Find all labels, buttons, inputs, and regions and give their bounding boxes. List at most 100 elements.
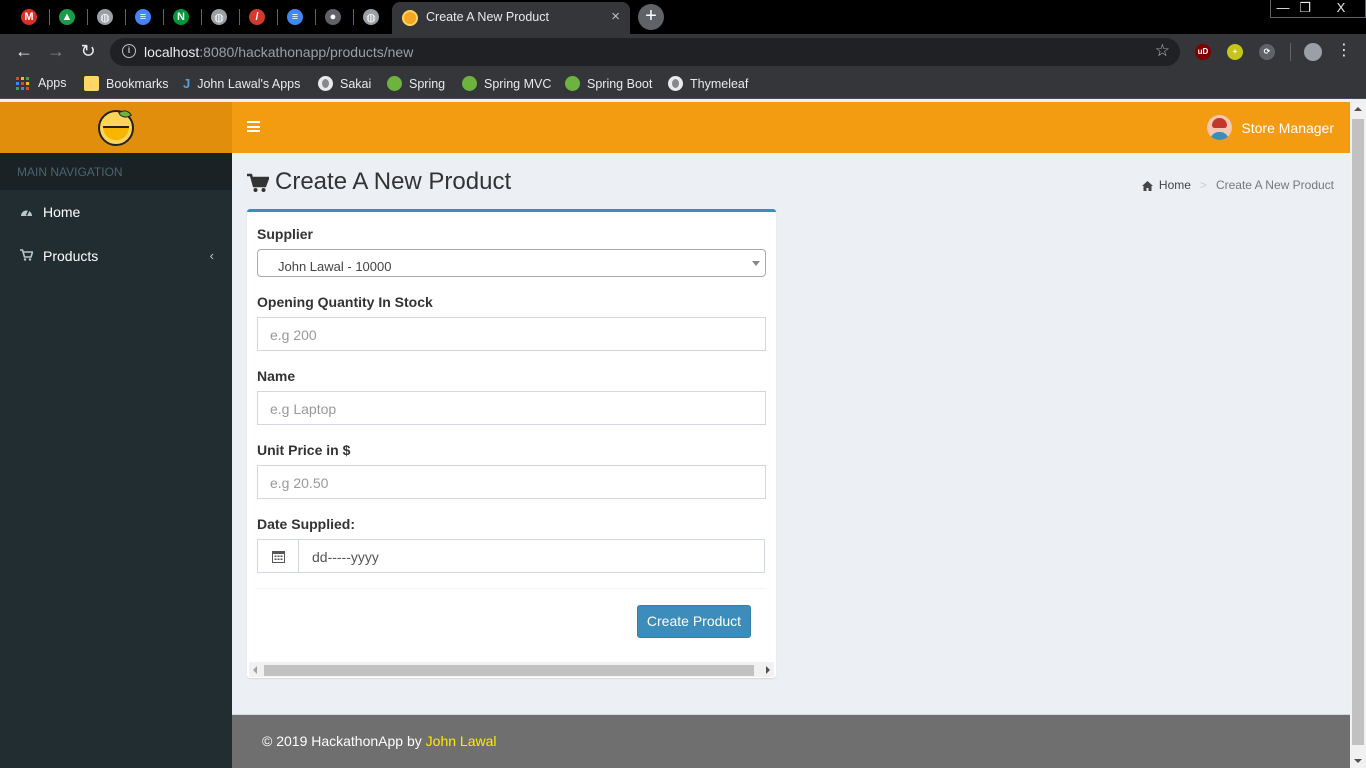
bookmark-apps[interactable]: Apps: [16, 76, 67, 90]
site-info-icon[interactable]: i: [122, 44, 136, 58]
drive-tab-icon[interactable]: ▲: [55, 5, 79, 29]
supplier-select[interactable]: John Lawal - 10000: [257, 249, 766, 277]
back-arrow-icon[interactable]: ←: [12, 40, 36, 64]
new-tab-button[interactable]: +: [638, 4, 664, 30]
extension-plus-icon[interactable]: +: [1227, 44, 1243, 60]
nginx-tab-icon[interactable]: N: [169, 5, 193, 29]
browser-tab-strip: M ▲ ◍ ≡ N ◍ / ≡ ● ◍ Create A New Product × + — ❐ …: [0, 0, 1366, 34]
active-tab-title: Create A New Product: [426, 10, 549, 24]
scroll-down-icon[interactable]: [1354, 759, 1362, 763]
user-menu[interactable]: Store Manager: [1207, 115, 1334, 140]
bookmark-spring-boot[interactable]: Spring Boot: [565, 76, 652, 91]
quantity-input[interactable]: e.g 200: [257, 317, 766, 351]
sidebar-item-label: Products: [43, 248, 99, 264]
sidebar-item-products[interactable]: Products ‹: [0, 234, 232, 278]
user-avatar: [1207, 115, 1233, 140]
globe-tab-icon[interactable]: ◍: [207, 5, 231, 29]
date-label: Date Supplied:: [257, 516, 356, 532]
scroll-left-icon[interactable]: [253, 666, 257, 674]
scroll-up-icon[interactable]: [1354, 107, 1362, 111]
footer-author-link[interactable]: John Lawal: [426, 733, 497, 749]
docs-tab-icon[interactable]: ≡: [131, 5, 155, 29]
vertical-scrollbar[interactable]: [1350, 102, 1366, 768]
gmail-tab-icon[interactable]: M: [17, 5, 41, 29]
toolbar-divider: [1290, 43, 1291, 61]
close-window-button[interactable]: X: [1326, 0, 1356, 18]
scrollbar-thumb[interactable]: [264, 665, 754, 676]
scroll-right-icon[interactable]: [766, 666, 770, 674]
restore-button[interactable]: ❐: [1290, 0, 1320, 18]
bookmark-spring[interactable]: Spring: [387, 76, 445, 91]
github-tab-icon[interactable]: ●: [321, 5, 345, 29]
tab-separator: [315, 9, 316, 25]
cart-icon: [247, 172, 270, 192]
sidebar-header: MAIN NAVIGATION: [0, 153, 232, 190]
page-title-text: Create A New Product: [275, 168, 512, 195]
folder-icon: [84, 76, 99, 91]
date-input-group: dd-----yyyy: [257, 539, 765, 573]
name-input[interactable]: e.g Laptop: [257, 391, 766, 425]
app-logo-area[interactable]: [0, 102, 232, 153]
tab-separator: [201, 9, 202, 25]
tab-separator: [163, 9, 164, 25]
top-navbar: Store Manager: [232, 102, 1350, 153]
horizontal-scrollbar[interactable]: [249, 662, 774, 677]
create-product-button[interactable]: Create Product: [637, 605, 751, 638]
bookmark-john-lawals-apps[interactable]: J John Lawal's Apps: [183, 76, 300, 91]
scrollbar-thumb[interactable]: [1352, 119, 1364, 745]
profile-avatar[interactable]: [1304, 43, 1322, 61]
bookmark-sakai[interactable]: Sakai: [318, 76, 371, 91]
reload-icon[interactable]: ↻: [76, 40, 100, 64]
bookmarks-bar: Apps Bookmarks J John Lawal's Apps Sakai…: [0, 70, 1366, 99]
ublock-icon[interactable]: uD: [1195, 44, 1211, 60]
feather-tab-icon[interactable]: /: [245, 5, 269, 29]
sidebar: MAIN NAVIGATION Home Products ‹: [0, 153, 232, 768]
breadcrumb-home-link[interactable]: Home: [1159, 178, 1191, 192]
tab-separator: [125, 9, 126, 25]
tab-separator: [277, 9, 278, 25]
quantity-label: Opening Quantity In Stock: [257, 294, 433, 310]
close-tab-icon[interactable]: ×: [611, 8, 620, 25]
address-bar[interactable]: i localhost:8080/hackathonapp/products/n…: [110, 38, 1180, 66]
bookmark-thymeleaf[interactable]: Thymeleaf: [668, 76, 748, 91]
cart-icon: [19, 248, 34, 264]
breadcrumb-separator: >: [1199, 178, 1207, 192]
docs-tab-icon[interactable]: ≡: [283, 5, 307, 29]
site-favicon: [402, 10, 418, 26]
bookmark-star-icon[interactable]: ☆: [1155, 41, 1170, 61]
bookmark-spring-mvc[interactable]: Spring MVC: [462, 76, 551, 91]
forward-arrow-icon[interactable]: →: [44, 40, 68, 64]
sidebar-toggle-icon[interactable]: [247, 121, 260, 132]
name-label: Name: [257, 368, 296, 384]
globe-tab-icon[interactable]: ◍: [359, 5, 383, 29]
tab-separator: [87, 9, 88, 25]
globe-icon: [318, 76, 333, 91]
jl-icon: J: [183, 76, 191, 91]
footer: © 2019 HackathonApp by John Lawal: [232, 714, 1350, 768]
home-icon: [1141, 180, 1153, 191]
browser-menu-icon[interactable]: ⋮: [1332, 40, 1356, 64]
active-browser-tab[interactable]: Create A New Product ×: [392, 2, 630, 34]
spring-leaf-icon: [565, 76, 580, 91]
spring-leaf-icon: [462, 76, 477, 91]
sidebar-item-home[interactable]: Home: [0, 190, 232, 234]
calendar-icon[interactable]: [258, 540, 299, 572]
chevron-left-icon: ‹: [209, 248, 214, 263]
browser-toolbar: ← → ↻ i localhost:8080/hackathonapp/prod…: [0, 34, 1366, 70]
bookmark-folder[interactable]: Bookmarks: [84, 76, 169, 91]
price-input[interactable]: e.g 20.50: [257, 465, 766, 499]
tab-separator: [49, 9, 50, 25]
page-title: Create A New Product: [247, 168, 511, 196]
user-name: Store Manager: [1241, 119, 1334, 136]
date-supplied-input[interactable]: dd-----yyyy: [299, 540, 764, 572]
content-wrapper: Create A New Product Home > Create A New…: [232, 153, 1350, 714]
url-text[interactable]: localhost:8080/hackathonapp/products/new: [144, 44, 413, 60]
product-form-box: Supplier John Lawal - 10000 Opening Quan…: [247, 209, 776, 678]
tab-separator: [239, 9, 240, 25]
footer-copyright: © 2019 HackathonApp by: [262, 733, 426, 749]
globe-icon: [668, 76, 683, 91]
sync-icon[interactable]: ⟳: [1259, 44, 1275, 60]
form-divider: [257, 588, 766, 589]
sidebar-item-label: Home: [43, 204, 81, 220]
globe-tab-icon[interactable]: ◍: [93, 5, 117, 29]
